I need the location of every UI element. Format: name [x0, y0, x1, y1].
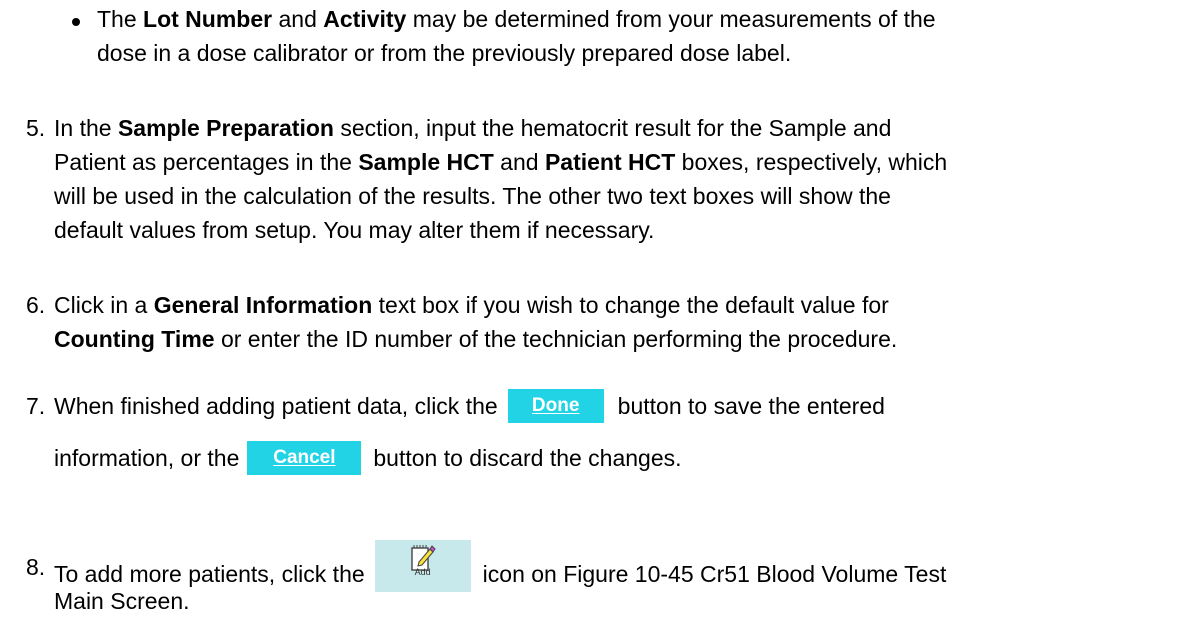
text: Patient as percentages in the	[54, 149, 359, 175]
text: and	[493, 149, 545, 175]
step-number: 5.	[26, 115, 46, 141]
bold-activity: Activity	[323, 6, 407, 32]
text: information, or the	[54, 445, 240, 471]
bold-counting-time: Counting Time	[54, 326, 215, 352]
step-8: 8. To add more patients, click the Add ic…	[0, 507, 1204, 617]
add-label: Add	[414, 567, 431, 577]
step-6-line-1: Click in a General Information text box …	[54, 288, 889, 322]
text: When finished adding patient data, click…	[54, 393, 498, 419]
bold-general-information: General Information	[153, 292, 373, 318]
text: The	[97, 6, 144, 32]
step-number: 8.	[26, 554, 46, 580]
bullet-line-2: dose in a dose calibrator or from the pr…	[97, 40, 792, 66]
step-number: 7.	[26, 393, 46, 419]
text: section, input the hematocrit result for…	[333, 115, 892, 141]
step-6: 6. Click in a General Information text b…	[0, 288, 1204, 358]
text: may be determined from your measurements…	[406, 6, 936, 32]
text: button to discard the changes.	[373, 445, 682, 471]
text: text box if you wish to change the defau…	[372, 292, 889, 318]
bold-sample-preparation: Sample Preparation	[117, 115, 334, 141]
text: and	[272, 6, 324, 32]
cancel-button[interactable]: Cancel	[247, 440, 362, 475]
text: button to save the entered	[617, 393, 885, 419]
bullet-dot	[72, 18, 80, 26]
step-6-line-2: Counting Time or enter the ID number of …	[54, 322, 897, 356]
step-5: 5. In the Sample Preparation section, in…	[0, 111, 1204, 251]
text: or enter the ID number of the technician…	[214, 326, 898, 352]
step-5-line-4: default values from setup. You may alter…	[54, 217, 655, 243]
step-number: 6.	[26, 292, 46, 318]
bullet-lot-activity: The Lot Number and Activity may be deter…	[0, 2, 1204, 72]
step-5-line-3: will be used in the calculation of the r…	[54, 183, 891, 209]
bullet-line-1: The Lot Number and Activity may be deter…	[97, 2, 936, 36]
text: icon on Figure 10-45 Cr51 Blood Volume T…	[482, 561, 947, 588]
bold-sample-hct: Sample HCT	[358, 149, 494, 175]
add-patient-button[interactable]: Add	[374, 540, 471, 592]
text: boxes, respectively, which	[675, 149, 948, 175]
bold-patient-hct: Patient HCT	[544, 149, 676, 175]
step-8-line-2: Main Screen.	[54, 588, 190, 614]
step-5-line-2: Patient as percentages in the Sample HCT…	[54, 145, 947, 179]
step-7: 7. When finished adding patient data, cl…	[0, 377, 1204, 487]
step-7-line-2: information, or the Cancel button to disca…	[54, 440, 682, 477]
text: Click in a	[54, 292, 154, 318]
bold-lot-number: Lot Number	[143, 6, 273, 32]
step-5-line-1: In the Sample Preparation section, input…	[54, 111, 891, 145]
text: In the	[54, 115, 118, 141]
done-button[interactable]: Done	[507, 388, 604, 423]
step-7-line-1: When finished adding patient data, click…	[54, 388, 885, 425]
